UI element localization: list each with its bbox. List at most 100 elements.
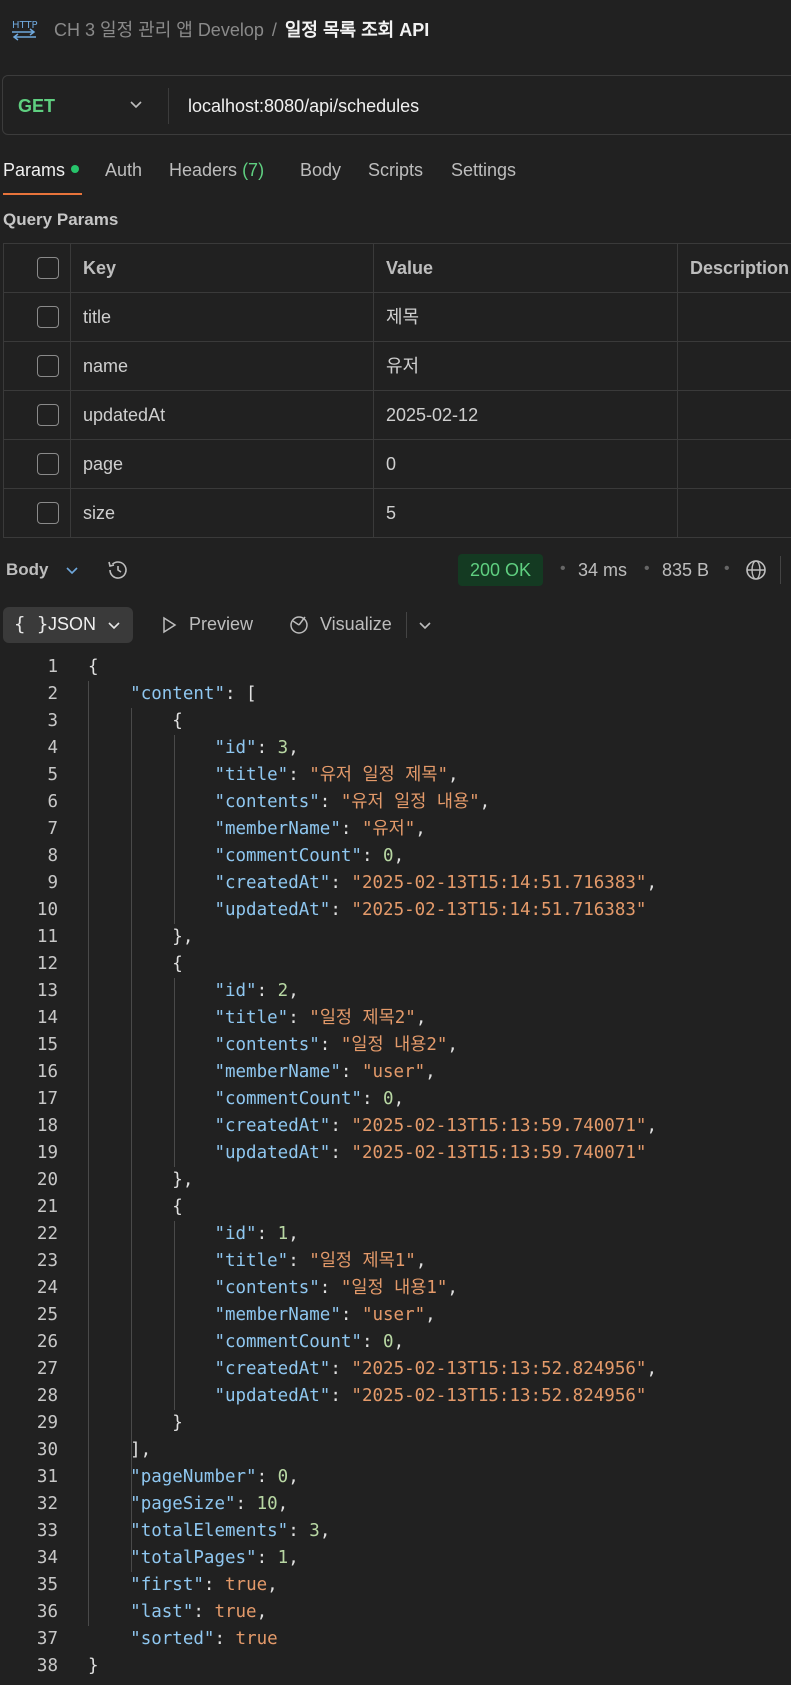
code-line: 30 ], xyxy=(0,1437,791,1464)
code-text: "totalElements": 3, xyxy=(88,1518,330,1545)
code-token: true xyxy=(235,1629,278,1649)
tab-settings[interactable]: Settings xyxy=(451,160,516,181)
url-input[interactable]: localhost:8080/api/schedules xyxy=(188,96,419,117)
param-description[interactable] xyxy=(678,293,791,341)
visualize-icon[interactable] xyxy=(287,612,311,636)
param-description[interactable] xyxy=(678,342,791,390)
param-key[interactable]: updatedAt xyxy=(71,391,374,439)
visualize-button[interactable]: Visualize xyxy=(320,614,392,635)
param-value[interactable]: 유저 xyxy=(374,342,678,390)
line-number: 6 xyxy=(47,792,58,812)
breadcrumb-separator: / xyxy=(271,20,277,40)
line-number: 24 xyxy=(36,1278,58,1298)
param-description[interactable] xyxy=(678,391,791,439)
globe-icon[interactable] xyxy=(744,558,768,582)
code-token: "createdAt" xyxy=(214,1359,331,1379)
response-code-viewer[interactable]: 1{2 "content": [3 {4 "id": 3, 5 "title": … xyxy=(0,654,791,1680)
play-icon[interactable] xyxy=(160,616,178,634)
chevron-down-icon[interactable] xyxy=(417,617,433,633)
param-value[interactable]: 2025-02-12 xyxy=(374,391,678,439)
code-line: 33 "totalElements": 3, xyxy=(0,1518,791,1545)
code-text: }, xyxy=(88,1167,193,1194)
tab-body[interactable]: Body xyxy=(300,160,341,181)
history-icon[interactable] xyxy=(106,558,130,582)
line-number: 9 xyxy=(47,873,58,893)
code-line: 3 { xyxy=(0,708,791,735)
code-token: , xyxy=(646,1116,657,1136)
code-token: "memberName" xyxy=(214,1062,341,1082)
code-token: "title" xyxy=(214,765,289,785)
code-token: : xyxy=(340,1062,362,1082)
code-token: "일정 제목1" xyxy=(309,1251,416,1271)
active-tab-indicator xyxy=(3,193,82,195)
code-token: "2025-02-13T15:13:59.740071" xyxy=(351,1143,647,1163)
code-token: 1 xyxy=(277,1548,289,1568)
preview-button[interactable]: Preview xyxy=(189,614,253,635)
param-value[interactable]: 5 xyxy=(374,489,678,537)
row-checkbox[interactable] xyxy=(37,404,59,426)
param-key[interactable]: page xyxy=(71,440,374,488)
tab-scripts[interactable]: Scripts xyxy=(368,160,423,181)
row-checkbox[interactable] xyxy=(37,502,59,524)
tab-headers[interactable]: Headers (7) xyxy=(169,160,264,181)
code-text: "commentCount": 0, xyxy=(88,1329,404,1356)
code-text: { xyxy=(88,951,183,978)
line-number: 2 xyxy=(47,684,58,704)
code-token: "user" xyxy=(361,1305,426,1325)
code-token: : xyxy=(330,900,352,920)
code-text: "first": true, xyxy=(88,1572,278,1599)
code-text: { xyxy=(88,654,99,681)
code-token: , xyxy=(425,1305,436,1325)
method-select[interactable]: GET xyxy=(18,96,55,117)
chevron-down-icon[interactable] xyxy=(64,562,80,578)
code-text: "createdAt": "2025-02-13T15:14:51.716383… xyxy=(88,870,657,897)
param-key[interactable]: title xyxy=(71,293,374,341)
response-time[interactable]: 34 ms xyxy=(578,560,627,581)
code-text: "memberName": "user", xyxy=(88,1302,436,1329)
code-line: 13 "id": 2, xyxy=(0,978,791,1005)
chevron-down-icon[interactable] xyxy=(128,96,144,112)
param-description[interactable] xyxy=(678,440,791,488)
breadcrumb-collection[interactable]: CH 3 일정 관리 앱 Develop xyxy=(54,20,264,40)
response-body-label[interactable]: Body xyxy=(6,560,49,580)
code-line: 34 "totalPages": 1, xyxy=(0,1545,791,1572)
row-check-cell xyxy=(4,342,71,390)
line-number: 16 xyxy=(36,1062,58,1082)
response-size[interactable]: 835 B xyxy=(662,560,709,581)
chevron-down-icon[interactable] xyxy=(106,617,122,633)
code-line: 1{ xyxy=(0,654,791,681)
toolbar-divider xyxy=(406,612,407,638)
code-line: 27 "createdAt": "2025-02-13T15:13:52.824… xyxy=(0,1356,791,1383)
tab-params[interactable]: Params xyxy=(3,160,80,181)
line-number: 26 xyxy=(36,1332,58,1352)
row-checkbox[interactable] xyxy=(37,453,59,475)
param-key[interactable]: name xyxy=(71,342,374,390)
param-value[interactable]: 0 xyxy=(374,440,678,488)
select-all-checkbox[interactable] xyxy=(37,257,59,279)
row-checkbox[interactable] xyxy=(37,355,59,377)
row-checkbox[interactable] xyxy=(37,306,59,328)
status-badge[interactable]: 200 OK xyxy=(458,554,544,586)
code-line: 16 "memberName": "user", xyxy=(0,1059,791,1086)
code-token: { xyxy=(88,954,183,974)
param-description[interactable] xyxy=(678,489,791,537)
param-key[interactable]: size xyxy=(71,489,374,537)
code-token: "createdAt" xyxy=(214,873,331,893)
code-token: true xyxy=(225,1575,268,1595)
tab-auth[interactable]: Auth xyxy=(105,160,142,181)
code-text: "title": "일정 제목1", xyxy=(88,1248,426,1275)
code-token: } xyxy=(88,1413,183,1433)
code-text: { xyxy=(88,1194,183,1221)
code-token: "updatedAt" xyxy=(214,1386,331,1406)
code-token: : xyxy=(235,1494,257,1514)
code-text: "updatedAt": "2025-02-13T15:13:52.824956… xyxy=(88,1383,646,1410)
code-token: : xyxy=(340,1305,362,1325)
param-value[interactable]: 제목 xyxy=(374,293,678,341)
code-line: 2 "content": [ xyxy=(0,681,791,708)
breadcrumb-request-name[interactable]: 일정 목록 조회 API xyxy=(285,20,429,40)
